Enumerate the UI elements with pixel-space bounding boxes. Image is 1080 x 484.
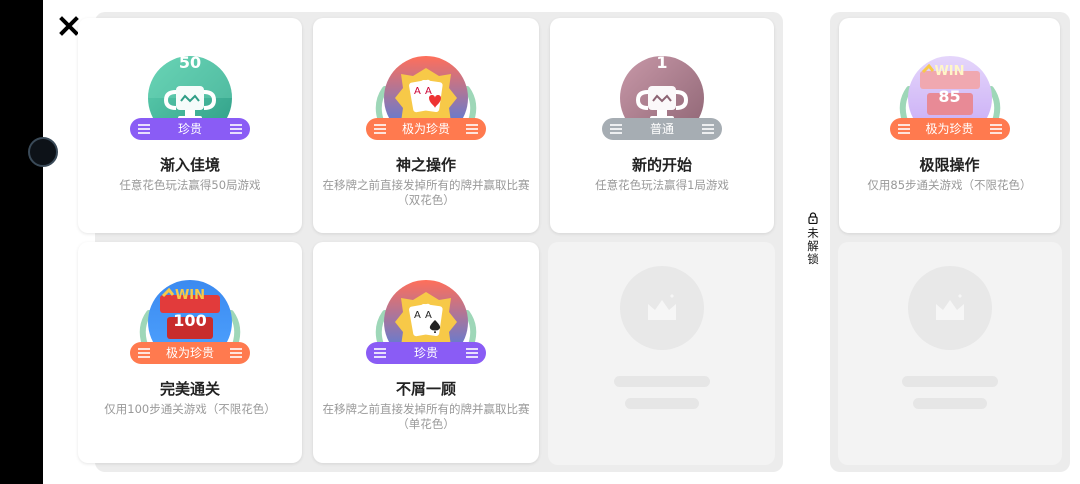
achievement-title: 不屑一顾 — [395, 380, 456, 398]
side-handle — [28, 137, 58, 167]
title-placeholder — [613, 376, 710, 387]
locked-achievement-placeholder — [838, 242, 1062, 465]
left-background-strip — [0, 0, 43, 484]
locked-medal-placeholder — [908, 266, 992, 350]
medal-number: 100 — [173, 311, 207, 330]
title-placeholder — [902, 376, 998, 387]
rarity-badge: 极为珍贵 — [889, 118, 1010, 140]
description-placeholder — [913, 398, 987, 409]
svg-text:A: A — [414, 310, 421, 321]
achievement-description: 任意花色玩法赢得50局游戏 — [119, 178, 261, 192]
achievement-description: 任意花色玩法赢得1局游戏 — [595, 178, 729, 192]
achievement-card[interactable]: 1 普通 新的开始 任意花色玩法赢得1局游戏 — [550, 18, 774, 233]
locked-achievement-placeholder — [548, 242, 775, 465]
rarity-badge: 珍贵 — [366, 342, 486, 364]
achievement-title: 新的开始 — [631, 156, 692, 174]
achievement-title: 完美通关 — [159, 380, 220, 398]
rarity-badge: 普通 — [602, 118, 722, 140]
lock-icon — [808, 212, 818, 224]
medal-number: 50 — [178, 53, 202, 72]
rarity-badge: 极为珍贵 — [130, 342, 250, 364]
achievement-card[interactable]: 50 珍贵 渐入佳境 任意花色玩法赢得50局游戏 — [78, 18, 302, 233]
description-placeholder — [624, 398, 699, 409]
locked-section-label: 未解锁 — [806, 212, 820, 266]
locked-medal-placeholder — [619, 266, 704, 350]
achievement-description: 仅用85步通关游戏（不限花色） — [867, 178, 1032, 192]
svg-text:A: A — [425, 310, 432, 321]
medal-number: 1 — [656, 53, 668, 72]
medal-win-text: WIN — [934, 64, 965, 79]
achievement-card[interactable]: WIN 100 极为珍贵 完美通关 仅用100步通关游戏（不限花色） — [78, 242, 302, 463]
achievement-card[interactable]: A A 极为珍贵 神之操作 在移牌之前直接发掉所有的牌并赢取比赛（双花色） — [313, 18, 539, 233]
achievement-description: 在移牌之前直接发掉所有的牌并赢取比赛（单花色） — [322, 402, 530, 431]
achievement-title: 渐入佳境 — [159, 156, 220, 174]
achievement-card[interactable]: A A 珍贵 不屑一顾 在移牌之前直接发掉所有的牌并赢取比赛（单花色） — [313, 242, 539, 463]
achievement-title: 极限操作 — [919, 156, 980, 174]
locked-crown-icon — [647, 294, 676, 320]
achievement-card[interactable]: WIN 85 极为珍贵 极限操作 仅用85步通关游戏（不限花色） — [839, 18, 1060, 233]
medal-win-text: WIN — [174, 288, 206, 303]
locked-crown-icon — [936, 294, 964, 320]
achievement-description: 在移牌之前直接发掉所有的牌并赢取比赛（双花色） — [322, 178, 530, 207]
svg-text:A: A — [414, 86, 421, 97]
achievement-title: 神之操作 — [395, 156, 456, 174]
rarity-badge: 极为珍贵 — [366, 118, 486, 140]
medal-number: 85 — [938, 87, 961, 106]
achievement-description: 仅用100步通关游戏（不限花色） — [104, 402, 276, 416]
rarity-badge: 珍贵 — [130, 118, 250, 140]
